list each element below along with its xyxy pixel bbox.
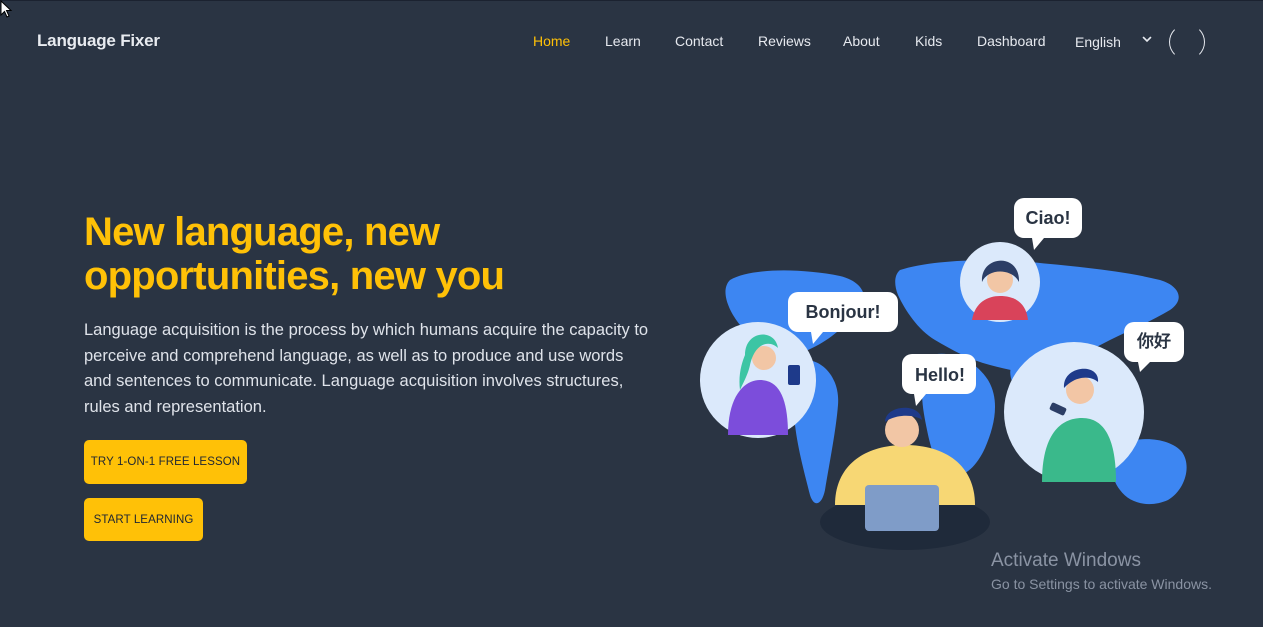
bubble-hello-text: Hello! [915, 365, 965, 385]
language-select-value: English [1075, 34, 1121, 50]
nav-item-dashboard[interactable]: Dashboard [977, 33, 1046, 49]
hero-title: New language, new opportunities, new you [84, 210, 505, 298]
nav-item-home[interactable]: Home [533, 33, 570, 49]
free-lesson-button[interactable]: TRY 1-ON-1 FREE LESSON [84, 440, 247, 484]
activate-windows-title: Activate Windows [991, 550, 1141, 571]
nav-item-learn[interactable]: Learn [605, 33, 641, 49]
bubble-bonjour-text: Bonjour! [806, 302, 881, 322]
user-avatar-icon[interactable] [1169, 24, 1205, 60]
activate-windows-subtitle: Go to Settings to activate Windows. [991, 576, 1212, 592]
speech-bubble-nihao: 你好 [1124, 322, 1184, 372]
world-map-illustration: Bonjour! Ciao! Hello! 你好 [700, 198, 1187, 550]
person-man-phone [1004, 342, 1144, 482]
hero-description: Language acquisition is the process by w… [84, 321, 649, 416]
nav-item-about[interactable]: About [843, 33, 880, 49]
nav-item-reviews[interactable]: Reviews [758, 33, 811, 49]
start-learning-button[interactable]: START LEARNING [84, 498, 203, 541]
person-woman-phone [700, 322, 816, 438]
page: Language Fixer Home Learn Contact Review… [0, 0, 1263, 627]
top-border [0, 0, 1263, 1]
brand-logo[interactable]: Language Fixer [37, 31, 160, 51]
bubble-ciao-text: Ciao! [1026, 208, 1071, 228]
bubble-nihao-text: 你好 [1136, 331, 1171, 352]
mouse-cursor-icon [0, 0, 13, 18]
nav-item-kids[interactable]: Kids [915, 33, 942, 49]
nav-item-contact[interactable]: Contact [675, 33, 723, 49]
speech-bubble-ciao: Ciao! [1014, 198, 1082, 250]
chevron-down-icon [1142, 36, 1152, 43]
person-woman-top [960, 242, 1040, 322]
language-select[interactable]: English [1075, 34, 1152, 50]
